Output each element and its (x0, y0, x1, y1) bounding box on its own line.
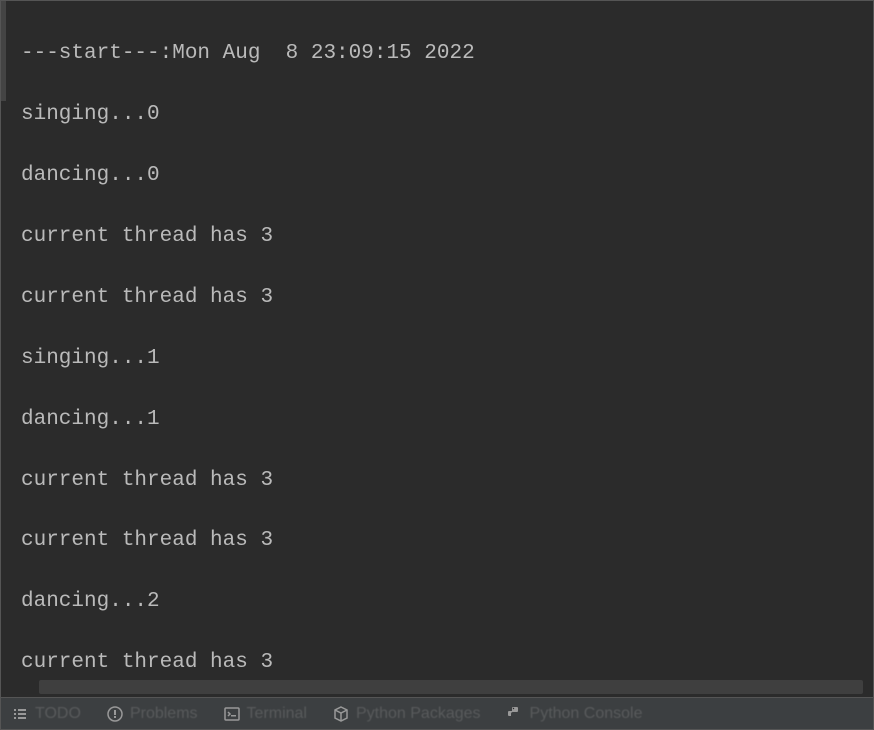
horizontal-scrollbar[interactable] (39, 680, 863, 694)
python-console-tab[interactable]: Python Console (506, 705, 643, 723)
todo-icon (11, 705, 29, 723)
console-line: dancing...0 (21, 161, 853, 191)
console-line: singing...0 (21, 100, 853, 130)
console-line: current thread has 3 (21, 283, 853, 313)
console-line: current thread has 3 (21, 466, 853, 496)
problems-tab[interactable]: Problems (106, 705, 198, 723)
package-icon (332, 705, 350, 723)
console-line: ---start---:Mon Aug 8 23:09:15 2022 (21, 39, 853, 69)
warning-icon (106, 705, 124, 723)
problems-label: Problems (130, 705, 198, 723)
todo-label: TODO (35, 705, 81, 723)
terminal-label: Terminal (247, 705, 307, 723)
python-console-label: Python Console (530, 705, 643, 723)
console-line: dancing...1 (21, 405, 853, 435)
console-line: current thread has 3 (21, 222, 853, 252)
console-line: dancing...2 (21, 587, 853, 617)
left-gutter (1, 1, 6, 101)
console-line: current thread has 3 (21, 526, 853, 556)
bottom-toolbar: TODO Problems Terminal (1, 697, 873, 729)
python-packages-tab[interactable]: Python Packages (332, 705, 481, 723)
console-line: current thread has 3 (21, 648, 853, 678)
terminal-tab[interactable]: Terminal (223, 705, 307, 723)
python-packages-label: Python Packages (356, 705, 481, 723)
terminal-icon (223, 705, 241, 723)
console-output[interactable]: ---start---:Mon Aug 8 23:09:15 2022 sing… (1, 1, 873, 679)
python-icon (506, 705, 524, 723)
todo-tab[interactable]: TODO (11, 705, 81, 723)
console-line: singing...1 (21, 344, 853, 374)
